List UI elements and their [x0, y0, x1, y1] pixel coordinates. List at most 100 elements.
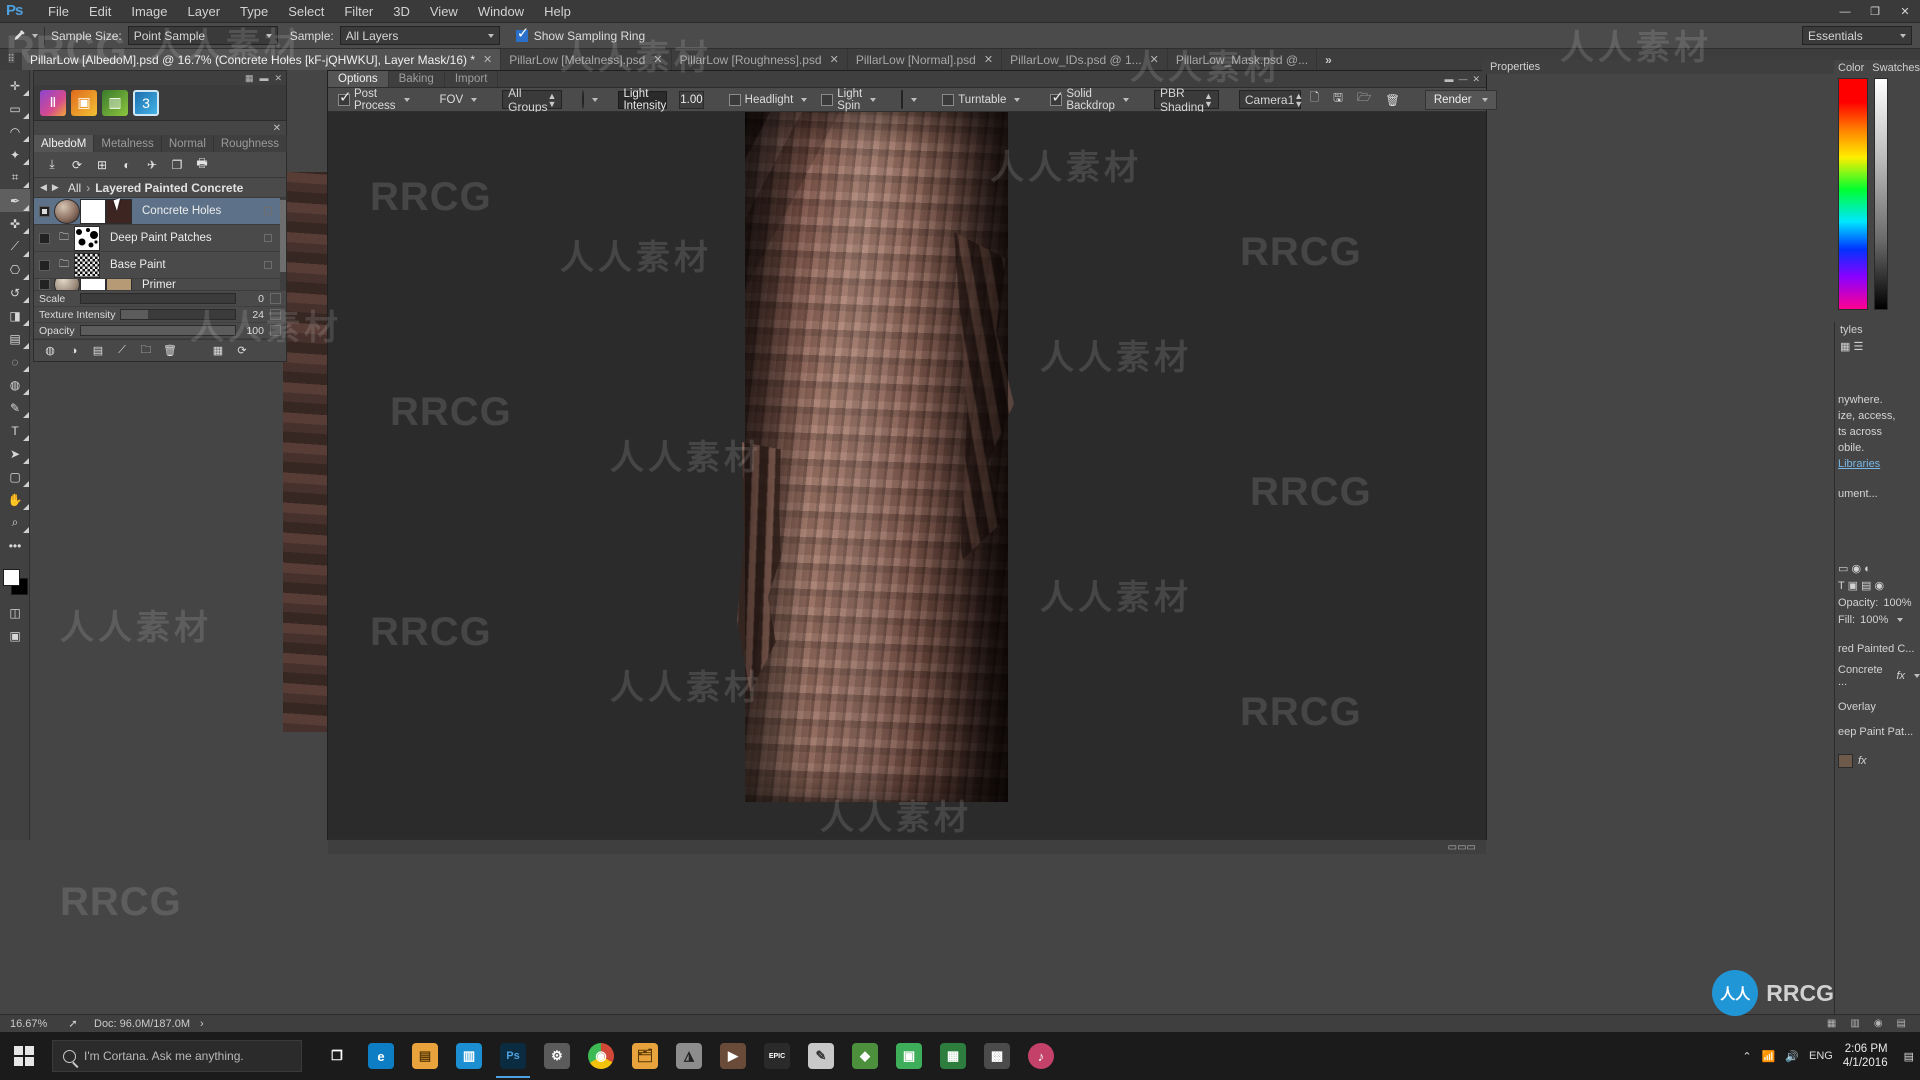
grid-icon[interactable]: ▦ [1827, 1018, 1836, 1029]
layer-thumbnail[interactable] [1838, 753, 1853, 768]
light-spin-checkbox[interactable] [821, 93, 834, 106]
layer-thumbnail-mask[interactable] [74, 252, 100, 278]
history-brush-tool[interactable]: ↺ [0, 281, 30, 304]
layers-panel-icons[interactable]: ▭ ◉ ◐ [1834, 560, 1920, 577]
minimize-button[interactable]: — [1830, 0, 1860, 23]
hand-tool[interactable]: ✋ [0, 488, 30, 511]
new-layer-icon[interactable]: ▤ [91, 344, 105, 358]
preset-icon[interactable]: ▦ [211, 344, 225, 358]
close-icon[interactable]: ✕ [274, 73, 282, 84]
substance-icon[interactable]: ◮ [668, 1034, 710, 1078]
post-process-toggle[interactable]: Post Process [333, 88, 415, 112]
export-icon[interactable]: 🖶 [194, 156, 210, 173]
map-tab-metalness[interactable]: Metalness [94, 135, 162, 152]
eyedropper-icon[interactable] [10, 27, 28, 45]
folder-icon[interactable]: 🗀 [139, 344, 153, 358]
add-layer-icon[interactable]: ⊞ [94, 157, 110, 173]
substance-painter-icon[interactable]: 3 [133, 89, 159, 116]
bake-icon[interactable]: ✈ [144, 157, 160, 173]
material-bust-icon[interactable] [901, 90, 904, 109]
new-doc-icon[interactable]: 🗋 [1305, 90, 1324, 110]
layer-visibility-toggle[interactable] [34, 205, 54, 217]
panel-menu-icon[interactable]: ▬ [1444, 74, 1453, 84]
turntable-checkbox[interactable] [942, 93, 955, 106]
layer-thumbnail-material[interactable] [54, 198, 80, 224]
tab-strip-grip[interactable]: ⠿ [0, 49, 22, 70]
menu-item-select[interactable]: Select [278, 0, 334, 23]
save-doc-icon[interactable]: 🖫 [1328, 90, 1348, 110]
close-icon[interactable]: ✕ [1472, 74, 1480, 85]
breadcrumb-forward-icon[interactable]: ▶ [52, 182, 59, 193]
more-tools-button[interactable]: ••• [0, 534, 30, 557]
columns-icon[interactable]: ▥ [1850, 1018, 1859, 1029]
styles-label[interactable]: tyles [1834, 322, 1920, 338]
dodge-tool[interactable]: ◍ [0, 373, 30, 396]
type-tool[interactable]: T [0, 419, 30, 442]
epic-icon[interactable]: EPIC [756, 1034, 798, 1078]
tab-color[interactable]: Color [1838, 62, 1864, 74]
doc-tab-mask[interactable]: PillarLow_Mask.psd @... [1167, 49, 1318, 70]
store-icon[interactable]: ▥ [448, 1034, 490, 1078]
chevron-down-icon[interactable] [1481, 97, 1488, 102]
table-row[interactable]: 🗀 Deep Paint Patches [34, 225, 286, 252]
3d-canvas[interactable] [328, 112, 1486, 839]
bitmap2material-icon[interactable]: Ⅱ [40, 89, 66, 116]
menu-item-view[interactable]: View [420, 0, 468, 23]
light-spin-toggle[interactable]: Light Spin [816, 88, 881, 112]
doc-tab-roughness[interactable]: PillarLow [Roughness].psd ✕ [671, 49, 848, 70]
scale-link-icon[interactable] [270, 293, 281, 304]
tab-options[interactable]: Options [328, 71, 389, 87]
action-center-icon[interactable]: ▤ [1904, 1050, 1914, 1063]
refresh-icon[interactable]: ⟳ [69, 157, 85, 173]
task-view-icon[interactable]: ❐ [316, 1034, 358, 1078]
scale-slider[interactable] [80, 293, 236, 304]
chevron-down-icon[interactable] [403, 97, 410, 102]
language-indicator[interactable]: ENG [1809, 1050, 1833, 1062]
sample-select[interactable]: All Layers [339, 26, 500, 45]
window-controls[interactable]: — ❐ ✕ [1830, 0, 1920, 23]
groups-select[interactable]: All Groups ▲ ▼ [502, 86, 563, 114]
table-row[interactable]: 🗀 Base Paint [34, 252, 286, 279]
styles-view-icons[interactable]: ▦ ☰ [1834, 338, 1920, 354]
stepper-icon[interactable]: ▲ ▼ [1204, 91, 1213, 108]
tab-baking[interactable]: Baking [389, 71, 445, 87]
opacity-link-icon[interactable] [270, 325, 281, 336]
libraries-link[interactable]: Libraries [1838, 458, 1880, 470]
load-doc-icon[interactable]: 🗁 [1352, 90, 1376, 110]
post-process-checkbox[interactable] [338, 90, 352, 106]
menu-item-3d[interactable]: 3D [383, 0, 420, 23]
scale-slider-row[interactable]: Scale 0 [34, 291, 286, 307]
opacity-slider-row[interactable]: Opacity 100 [34, 323, 286, 339]
crop-tool[interactable]: ⌗ [0, 166, 30, 189]
show-sampling-ring-checkbox[interactable] [515, 26, 529, 42]
tool-preset-chevron-down-icon[interactable] [32, 33, 38, 38]
chevron-down-icon[interactable] [471, 97, 478, 102]
folder-icon[interactable]: 🗀 [54, 230, 74, 247]
menu-bar[interactable]: File Edit Image Layer Type Select Filter… [38, 0, 581, 23]
network-icon[interactable]: 📶 [1762, 1050, 1776, 1063]
chevron-down-icon[interactable] [801, 97, 808, 102]
menu-item-image[interactable]: Image [121, 0, 177, 23]
chevron-down-icon[interactable] [911, 97, 918, 102]
clock[interactable]: 2:06 PM 4/1/2016 [1843, 1042, 1894, 1070]
panel-menu-icon[interactable]: ▦ [245, 73, 254, 84]
layer-thumbnail-color[interactable] [106, 279, 132, 290]
close-button[interactable]: ✕ [1890, 0, 1920, 23]
chevron-down-icon[interactable] [1897, 617, 1904, 622]
layers-filter-icons[interactable]: T ▣ ▤ ◉ [1834, 577, 1920, 594]
breadcrumb-root[interactable]: All [68, 181, 81, 195]
fx-badge[interactable]: fx [1858, 755, 1867, 767]
stepper-icon[interactable]: ▲ ▼ [1294, 91, 1303, 108]
doc-tab-ids[interactable]: PillarLow_IDs.psd @ 1... ✕ [1002, 49, 1168, 70]
camera-select[interactable]: Camera1 ▲ ▼ [1238, 90, 1303, 109]
chevron-up-icon[interactable]: ⌃ [1742, 1050, 1751, 1063]
minimize-icon[interactable]: — [1458, 74, 1467, 84]
texture-intensity-link-icon[interactable] [270, 309, 281, 320]
share-icon[interactable]: ➚ [62, 1017, 84, 1030]
status-overflow-icon[interactable]: › [190, 1018, 204, 1030]
close-icon[interactable]: ✕ [653, 53, 662, 66]
panel-header[interactable]: ▦ ▬ ✕ [34, 71, 286, 85]
map-tab-albedom[interactable]: AlbedoM [34, 135, 95, 152]
zoom-level[interactable]: 16.67% [0, 1018, 62, 1030]
solid-backdrop-checkbox[interactable] [1050, 90, 1064, 106]
